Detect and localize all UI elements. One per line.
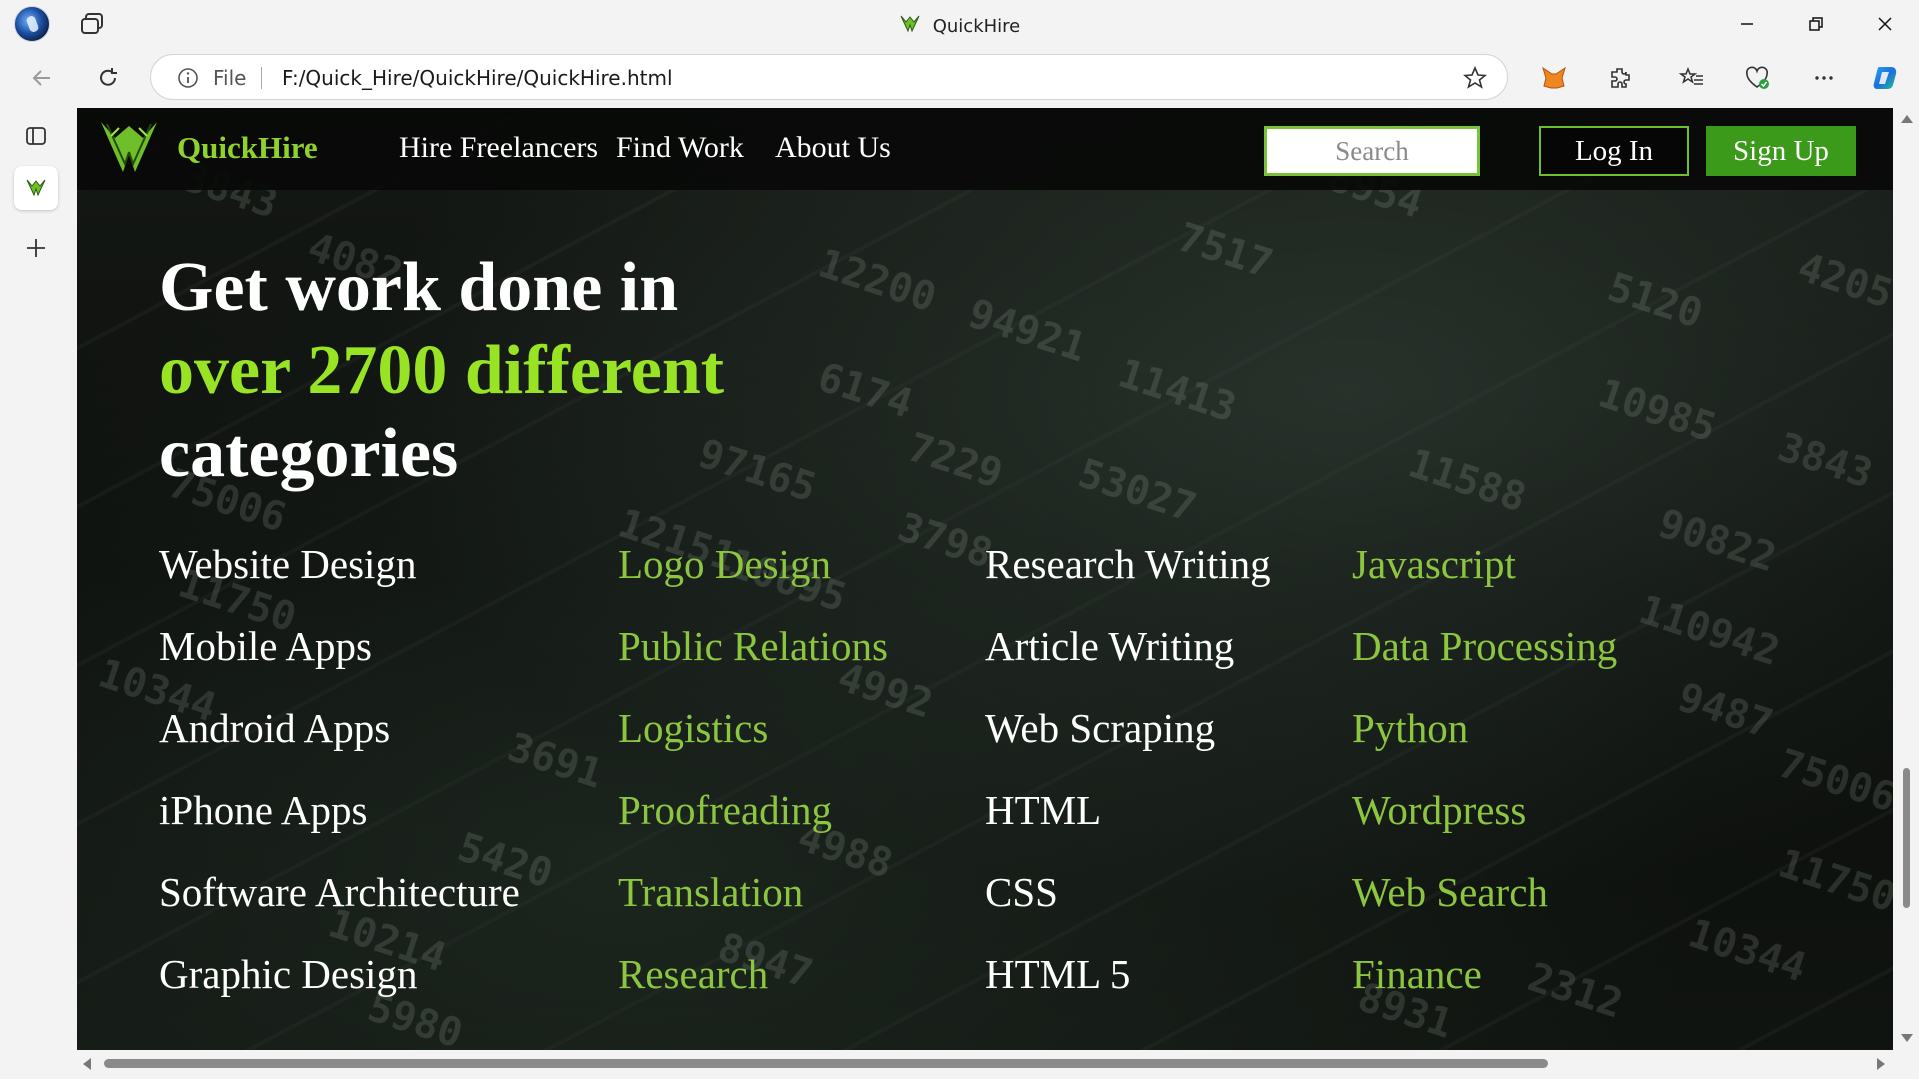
category-item[interactable]: Python [1352, 704, 1468, 752]
back-button[interactable] [26, 62, 58, 94]
address-url[interactable]: F:/Quick_Hire/QuickHire/QuickHire.html [282, 66, 673, 90]
horizontal-scrollbar[interactable] [77, 1050, 1893, 1079]
category-item[interactable]: Article Writing [985, 622, 1234, 670]
category-item[interactable]: HTML 5 [985, 950, 1130, 998]
extensions-icon[interactable] [1604, 62, 1636, 94]
category-item[interactable]: Proofreading [618, 786, 832, 834]
site-header: QuickHire Hire Freelancers Find Work Abo… [77, 108, 1893, 190]
address-scheme: File [213, 66, 247, 90]
scroll-up-arrow-icon[interactable] [1901, 115, 1913, 123]
vertical-scrollbar[interactable] [1893, 108, 1919, 1050]
new-tab-button[interactable] [18, 230, 54, 266]
hero-line-1: Get work done in [159, 249, 679, 326]
signup-button[interactable]: Sign Up [1706, 126, 1856, 176]
quickhire-favicon-icon [899, 13, 921, 35]
quickhire-logo-icon[interactable] [97, 116, 161, 180]
nav-find-work[interactable]: Find Work [616, 131, 744, 165]
quickhire-tab-icon [26, 179, 46, 197]
browser-title-bar: QuickHire [0, 0, 1919, 48]
category-item[interactable]: Mobile Apps [159, 622, 372, 670]
browser-essentials-icon[interactable] [1742, 62, 1774, 94]
tab-actions-icon[interactable] [18, 118, 54, 154]
nav-about-us[interactable]: About Us [775, 131, 891, 165]
category-item[interactable]: Web Scraping [985, 704, 1215, 752]
scroll-down-arrow-icon[interactable] [1901, 1034, 1913, 1042]
category-item[interactable]: Logistics [618, 704, 768, 752]
category-item[interactable]: Data Processing [1352, 622, 1617, 670]
favorites-icon[interactable] [1676, 62, 1708, 94]
browser-toolbar: File F:/Quick_Hire/QuickHire/QuickHire.h… [0, 48, 1919, 108]
horizontal-scroll-thumb[interactable] [104, 1059, 1548, 1068]
category-item[interactable]: Web Search [1352, 868, 1548, 916]
category-item[interactable]: Javascript [1352, 540, 1516, 588]
address-bar[interactable]: File F:/Quick_Hire/QuickHire/QuickHire.h… [150, 54, 1508, 100]
category-item[interactable]: Website Design [159, 540, 416, 588]
info-icon[interactable] [177, 67, 199, 89]
favorite-star-icon[interactable] [1462, 65, 1488, 90]
category-item[interactable]: HTML [985, 786, 1101, 834]
close-window-button[interactable] [1862, 8, 1908, 40]
window-title: QuickHire [0, 13, 1919, 37]
category-item[interactable]: Software Architecture [159, 868, 520, 916]
login-button[interactable]: Log In [1539, 126, 1689, 176]
hero-heading: Get work done in over 2700 different cat… [159, 246, 724, 495]
category-item[interactable]: Research [618, 950, 768, 998]
more-menu-icon[interactable] [1808, 62, 1840, 94]
restore-button[interactable] [1793, 8, 1839, 40]
search-input[interactable]: Search [1264, 126, 1480, 176]
tab-quickhire[interactable] [14, 166, 58, 210]
site-brand[interactable]: QuickHire [177, 130, 318, 166]
address-divider [261, 67, 262, 89]
category-item[interactable]: Finance [1352, 950, 1482, 998]
scroll-right-arrow-icon[interactable] [1877, 1058, 1885, 1070]
nav-hire-freelancers[interactable]: Hire Freelancers [399, 131, 598, 165]
window-title-text: QuickHire [932, 16, 1021, 37]
vertical-tab-strip [0, 108, 77, 1079]
scroll-left-arrow-icon[interactable] [83, 1058, 91, 1070]
hero-line-3: categories [159, 415, 459, 492]
category-item[interactable]: Graphic Design [159, 950, 417, 998]
category-item[interactable]: Translation [618, 868, 803, 916]
category-item[interactable]: Public Relations [618, 622, 888, 670]
copilot-icon[interactable] [1870, 62, 1902, 94]
category-item[interactable]: Android Apps [159, 704, 390, 752]
category-item[interactable]: Wordpress [1352, 786, 1526, 834]
category-item[interactable]: iPhone Apps [159, 786, 367, 834]
hero-line-2: over 2700 different [159, 332, 725, 409]
page-viewport: 3843 4082 12200 94921 7517 8954 5120 420… [77, 108, 1893, 1050]
refresh-button[interactable] [92, 62, 124, 94]
category-item[interactable]: Logo Design [618, 540, 831, 588]
vertical-scroll-thumb[interactable] [1903, 768, 1910, 908]
minimize-button[interactable] [1724, 8, 1770, 40]
category-item[interactable]: Research Writing [985, 540, 1271, 588]
category-item[interactable]: CSS [985, 868, 1058, 916]
metamask-extension-icon[interactable] [1538, 62, 1570, 94]
